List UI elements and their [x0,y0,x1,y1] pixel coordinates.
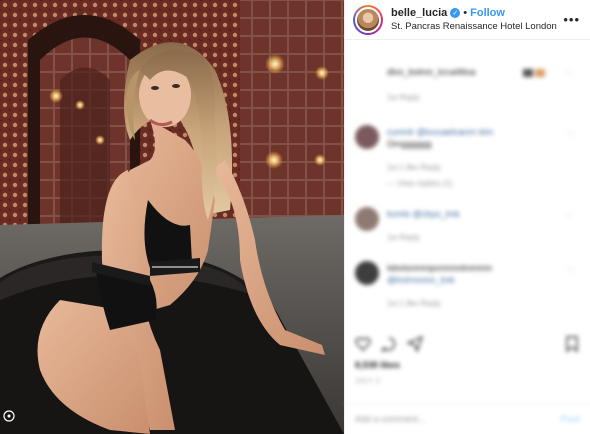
bookmark-icon[interactable] [564,336,580,352]
more-options-icon[interactable]: ••• [563,12,580,27]
comment-meta[interactable]: 1w 1 like Reply [387,299,441,308]
comment-text: lsbvtsnmmpvnmnntmmmn [387,263,493,273]
post-photo[interactable] [0,0,344,434]
comment-like-icon[interactable]: ♡ [566,211,574,222]
comment-icon[interactable] [381,336,397,352]
comment-text-secondary: @lmlrmnmn_lmk [387,275,455,285]
post-date: JULY 2 [355,378,381,385]
heart-icon[interactable] [355,336,371,352]
separator-dot: • [463,6,468,19]
likes-count[interactable]: 8,538 likes [355,360,400,370]
comment-input[interactable]: Add a comment... [355,414,560,424]
add-comment-bar: Add a comment... Post [345,403,590,434]
emoji-icon [523,69,533,77]
comment-like-icon[interactable]: ♡ [566,265,574,276]
profile-avatar-ring[interactable] [353,4,383,35]
username-link[interactable]: belle_lucia [391,7,447,20]
emoji-icon [535,69,545,77]
comment-text: cumnlr @luvuaelvanrn kim [387,127,494,137]
view-replies-link[interactable]: — View replies (1) [387,179,452,188]
photo-scene [0,0,344,434]
avatar[interactable] [355,6,381,33]
comment-text: dlvo_bolmn_lcruellitsa [387,67,476,77]
comment-meta[interactable]: 1w Reply [387,233,420,242]
comment-meta[interactable]: 1w 1 like Reply [387,163,441,172]
header-text: belle_lucia ✓ • Follow St. Pancras Renai… [391,7,557,33]
post-details-panel: belle_lucia ✓ • Follow St. Pancras Renai… [344,0,590,434]
comment-meta[interactable]: 1w Reply [387,93,420,102]
commenter-avatar[interactable] [355,207,379,231]
comments-list[interactable]: dlvo_bolmn_lcruellitsa 1w Reply ♡ cumnlr… [345,41,590,326]
header-line: belle_lucia ✓ • Follow [391,7,557,20]
location-link[interactable]: St. Pancras Renaissance Hotel London [391,20,557,33]
commenter-avatar[interactable] [355,261,379,285]
follow-button[interactable]: Follow [470,7,505,20]
post-button[interactable]: Post [560,414,580,424]
comment-text: kvmls @cbyo_lmk [387,209,460,219]
comment-like-icon[interactable]: ♡ [566,129,574,140]
share-icon[interactable] [407,336,423,352]
comment-like-icon[interactable]: ♡ [566,69,574,80]
action-bar [355,332,580,356]
post-header: belle_lucia ✓ • Follow St. Pancras Renai… [345,0,590,40]
commenter-avatar[interactable] [355,125,379,149]
comment-text-secondary: Omgggggg [387,139,432,149]
verified-badge-icon: ✓ [450,8,461,18]
